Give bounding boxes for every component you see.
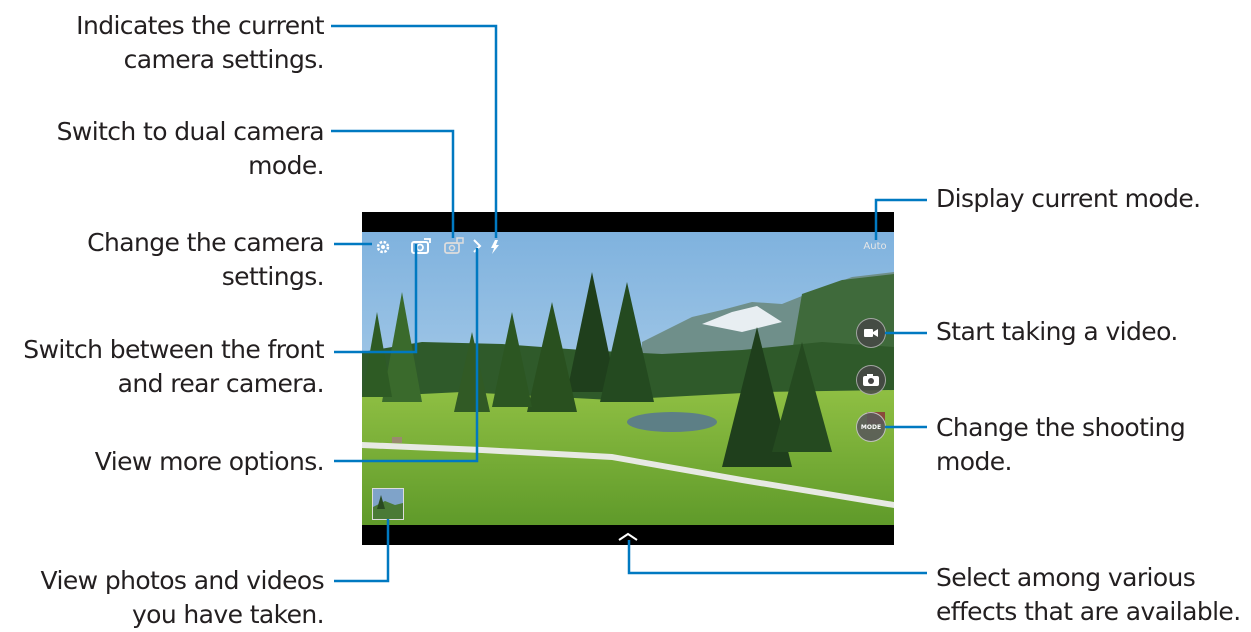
leader-gallery [334,519,390,583]
leader-current-mode [874,198,927,240]
leader-effects [627,540,927,575]
leader-more-options [334,248,479,463]
leader-lines [331,24,927,583]
leader-dual-camera [331,129,455,238]
leader-switch-camera [334,244,418,354]
